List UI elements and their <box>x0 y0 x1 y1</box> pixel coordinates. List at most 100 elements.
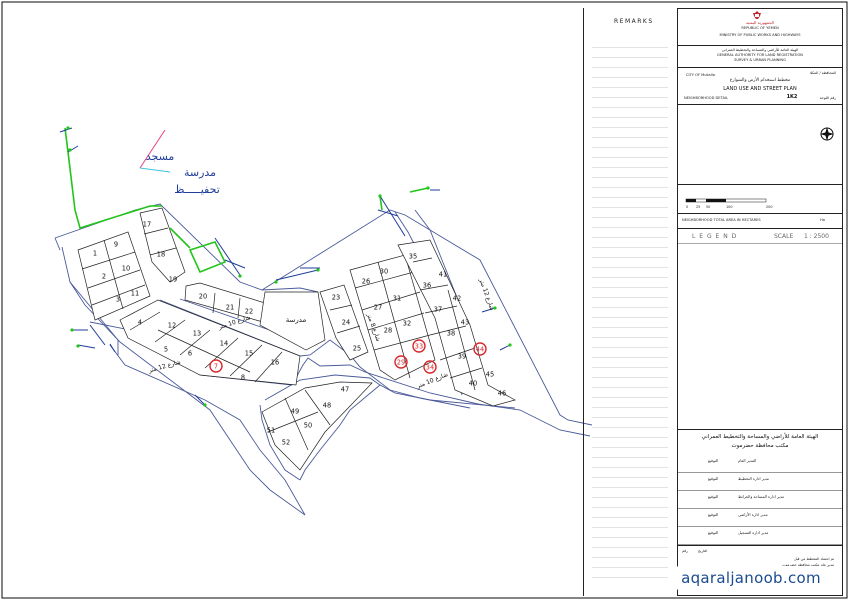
lot-number: 14 <box>220 339 228 347</box>
authority-name-en-1: GENERAL AUTHORITY FOR LAND REGISTRATION <box>717 53 803 57</box>
street-10-label-b: شارع 10 متر <box>415 371 449 390</box>
lot-number: 3 <box>116 295 120 303</box>
office-title-ar-2: مكتب محافظة حضرموت <box>731 443 789 449</box>
lot-number: 19 <box>169 275 177 283</box>
school-label: مدرسة <box>286 316 307 324</box>
lot-number: 48 <box>323 401 331 409</box>
lot-number: 38 <box>447 329 455 337</box>
signature-role: مدير ادارة المساحة والخرائط <box>738 494 785 499</box>
legend-title: L E G E N D <box>692 233 738 240</box>
street-12-label: شارع 12 متر <box>147 359 182 375</box>
scale-ticks: 0 25 50 100 200 <box>684 205 784 211</box>
signature-label: التوقيع <box>708 458 719 463</box>
area-label: NEIGHBORHOOD TOTAL AREA IN HECTARES <box>682 218 761 222</box>
signature-role: المدير العام <box>738 458 757 463</box>
scale-tick-label: 200 <box>766 205 773 209</box>
number-label: رقم <box>682 549 688 553</box>
signature-label: التوقيع <box>708 512 719 517</box>
street-12-label-b: شارع 12 متر <box>477 277 495 311</box>
signature-role: مدير ادارة التسجيل <box>738 530 769 535</box>
lot-number: 4 <box>138 318 142 326</box>
lot-number: 17 <box>143 220 151 228</box>
lot-number: 42 <box>453 294 461 302</box>
lot-number: 1 <box>93 249 97 257</box>
watermark: aqaraljanoob.com <box>676 566 826 590</box>
sheet-code: 1K2 <box>786 94 798 100</box>
signature-role: مدير ادارة الأراضي <box>738 512 768 517</box>
lot-number: 50 <box>304 421 312 429</box>
lot-number: 27 <box>374 303 382 311</box>
north-arrow-icon <box>820 127 834 141</box>
lot-number: 47 <box>341 385 349 393</box>
lot-number: 41 <box>439 270 447 278</box>
footer-text-ar-1: تم اعتماد المخطط من قبل <box>794 557 834 561</box>
lot-number: 24 <box>342 318 350 326</box>
plan-title-en: LAND USE AND STREET PLAN <box>723 86 797 92</box>
signature-label: التوقيع <box>708 530 719 535</box>
lot-number: 40 <box>469 379 477 387</box>
country-name-ar: الجمهورية اليمنية <box>745 20 774 25</box>
signature-row: مدير ادارة الأراضي التوقيع <box>678 509 842 527</box>
lot-number: 20 <box>199 292 207 300</box>
lot-number: 16 <box>271 358 279 366</box>
lot-number: 5 <box>164 345 168 353</box>
lot-number: 9 <box>114 240 118 248</box>
neighborhood-label: NEIGHBORHOOD DETAIL <box>684 96 728 100</box>
scale-tick-label: 0 <box>686 205 689 209</box>
lot-number: 46 <box>498 389 506 397</box>
country-name-en: REPUBLIC OF YEMEN <box>741 26 779 30</box>
lot-number: 34 <box>426 363 434 371</box>
ministry-name: MINISTRY OF PUBLIC WORKS AND HIGHWAYS <box>719 33 801 37</box>
lot-number: 8 <box>241 373 245 381</box>
scale-value: 1 : 2500 <box>804 233 829 240</box>
lot-number: 32 <box>403 319 411 327</box>
lot-number: 13 <box>193 329 201 337</box>
lot-number: 31 <box>393 294 401 302</box>
road-network <box>54 203 593 516</box>
lot-number: 51 <box>267 426 275 434</box>
scale-label: SCALE <box>774 233 794 240</box>
authority-name-en-2: SURVEY & URBAN PLANNING <box>734 58 786 62</box>
signature-row: المدير العام التوقيع <box>678 455 842 473</box>
lot-number: 49 <box>291 407 299 415</box>
lot-number: 28 <box>384 326 392 334</box>
remarks-lines <box>592 38 668 578</box>
lot-number: 2 <box>102 272 106 280</box>
lot-number: 25 <box>353 344 361 352</box>
lot-number: 29 <box>397 358 405 366</box>
date-label: التاريخ <box>698 549 708 553</box>
lot-number: 12 <box>168 321 176 329</box>
city-label: CITY OF Mukalla <box>686 73 715 77</box>
plan-title-ar: مخطط استخدام الأرض والشوارع <box>729 78 791 83</box>
scale-tick-label: 100 <box>726 205 733 209</box>
area-unit: Ha <box>820 218 825 222</box>
remarks-title: REMARKS <box>614 18 654 25</box>
tahfeez-school-label-2: تحفيـــــظ <box>174 183 220 196</box>
scale-tick-label: 25 <box>696 205 701 209</box>
lot-number: 39 <box>458 352 466 360</box>
lot-number: 33 <box>415 342 423 350</box>
signature-label: التوقيع <box>708 476 719 481</box>
remarks-column: REMARKS <box>583 8 676 596</box>
signature-row: مدير ادارة التسجيل التوقيع <box>678 527 842 545</box>
signature-table: المدير العام التوقيع مدير ادارة التخطيط الت… <box>678 455 842 545</box>
scale-tick-label: 50 <box>706 205 711 209</box>
city-label-ar: المحافظة / المكلا <box>810 71 836 75</box>
sheet-label-ar: رقم اللوحة <box>819 96 836 100</box>
lot-number: 30 <box>380 267 388 275</box>
land-use-plan-sheet: 9 1 10 2 11 3 4 17 18 19 20 21 22 12 5 13 6 14 7 15 8 16 23 24 2… <box>0 0 849 600</box>
lot-number: 21 <box>226 303 234 311</box>
office-title-ar-1: الهيئة العامة للأراضي والمساحة والتخطيط … <box>701 434 819 440</box>
lot-number: 26 <box>362 277 370 285</box>
lot-number: 43 <box>461 318 469 326</box>
lot-number: 23 <box>332 293 340 301</box>
lot-blocks <box>77 207 516 471</box>
street-10-label-a: شارع 10 متر <box>217 314 252 331</box>
lot-number: 7 <box>214 362 218 370</box>
mosque-label: مسجد <box>146 150 175 163</box>
lot-number: 6 <box>188 349 192 357</box>
lot-number: 35 <box>409 252 417 260</box>
lot-number: 36 <box>423 281 431 289</box>
tahfeez-school-label: مدرسة <box>184 166 216 179</box>
authority-name-ar: الهيئة العامة للأراضي والمساحة والتخطيط … <box>721 48 799 52</box>
